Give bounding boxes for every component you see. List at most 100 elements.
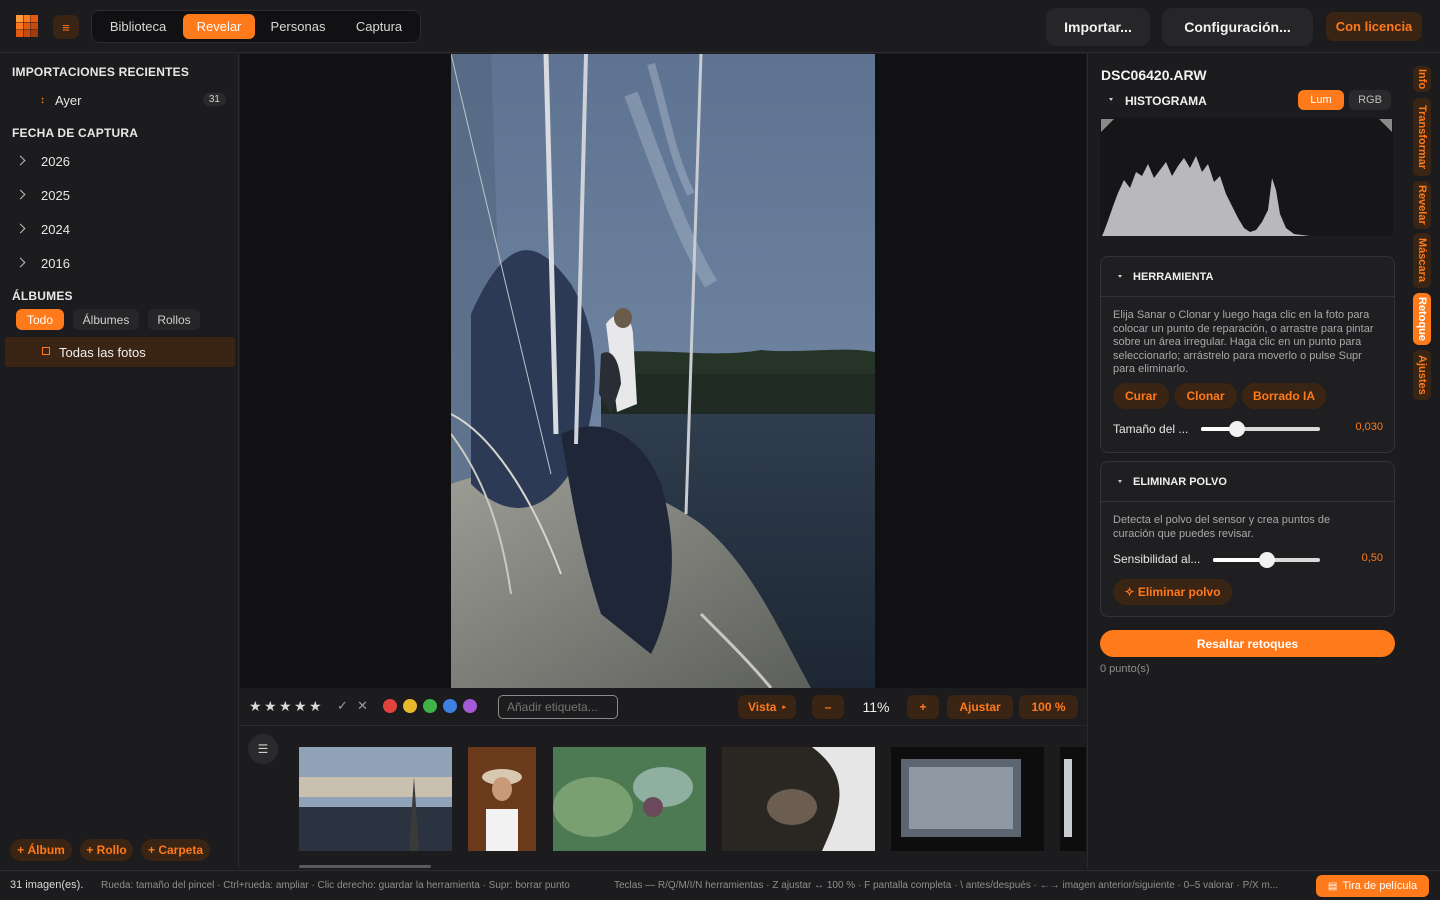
add-album-button[interactable]: + Álbum (10, 839, 72, 861)
count-badge: 31 (202, 93, 226, 106)
tab-personas[interactable]: Personas (258, 14, 338, 39)
tool-help-text: Elija Sanar o Clonar y luego haga clic e… (1113, 309, 1374, 375)
slider-knob[interactable] (1228, 421, 1245, 437)
thumbnail[interactable] (1060, 747, 1086, 851)
ai-erase-button[interactable]: Borrado IA (1242, 383, 1326, 409)
chevron-right-icon (16, 189, 28, 201)
dust-help-text: Detecta el polvo del sensor y crea punto… (1113, 514, 1331, 540)
rating-star-4[interactable]: ★ (294, 698, 307, 715)
main-photo[interactable] (451, 54, 875, 688)
recent-import-item[interactable]: ↕ Ayer 31 (16, 86, 230, 114)
collapse-icon[interactable] (1109, 98, 1113, 101)
rating-star-3[interactable]: ★ (279, 698, 292, 715)
rating-star-2[interactable]: ★ (264, 698, 277, 715)
histogram-title: HISTOGRAMA (1125, 94, 1207, 108)
heal-button[interactable]: Curar (1113, 383, 1169, 409)
side-tab-retouch[interactable]: Retoque (1413, 293, 1431, 345)
side-tab-mask[interactable]: Máscara (1413, 233, 1431, 288)
side-tab-adjust[interactable]: Ajustes (1413, 350, 1431, 400)
rating-star-1[interactable]: ★ (249, 698, 262, 715)
module-tabs: Biblioteca Revelar Personas Captura (91, 10, 421, 43)
tab-revelar[interactable]: Revelar (183, 14, 255, 39)
add-folder-button[interactable]: + Carpeta (141, 839, 210, 861)
tab-captura[interactable]: Captura (341, 14, 417, 39)
status-bar: 31 imagen(es). Rueda: tamaño del pincel … (0, 870, 1440, 900)
pick-flag-icon[interactable]: ✓ (337, 698, 348, 714)
points-count: 0 punto(s) (1100, 663, 1150, 675)
album-icon (42, 347, 50, 355)
collapse-icon (1118, 480, 1122, 483)
all-photos-item[interactable]: Todas las fotos (5, 337, 235, 367)
year-item[interactable]: 2025 (16, 181, 230, 209)
license-button[interactable]: Con licencia (1326, 12, 1422, 41)
menu-button[interactable]: ≡ (53, 15, 79, 39)
highlight-retouches-button[interactable]: Resaltar retoques (1100, 630, 1395, 657)
photo-canvas[interactable] (240, 54, 1086, 688)
view-label: Vista (748, 700, 777, 714)
thumbnail[interactable] (299, 747, 452, 851)
filter-rolls[interactable]: Rollos (148, 309, 200, 330)
sensitivity-slider[interactable] (1213, 552, 1320, 568)
year-label: 2016 (41, 255, 70, 271)
collapse-icon (1118, 275, 1122, 278)
chevron-right-icon (16, 155, 28, 167)
dust-card-header[interactable]: ELIMINAR POLVO (1101, 462, 1394, 502)
color-label-blue[interactable] (443, 699, 457, 713)
side-tab-develop[interactable]: Revelar (1413, 181, 1431, 229)
hamburger-icon: ≡ (62, 19, 70, 35)
reject-flag-icon[interactable]: ✕ (357, 698, 368, 714)
caret-icon: ▸ (782, 704, 786, 711)
rating-star-5[interactable]: ★ (309, 698, 322, 715)
chevron-right-icon (16, 257, 28, 269)
zoom-level: 11% (862, 699, 890, 715)
sensitivity-label: Sensibilidad al... (1113, 552, 1201, 566)
color-label-yellow[interactable] (403, 699, 417, 713)
year-item[interactable]: 2016 (16, 249, 230, 277)
tag-input[interactable] (498, 695, 618, 719)
filmstrip-toggle-button[interactable]: ▤ Tira de película (1316, 875, 1429, 897)
zoom-out-button[interactable]: – (812, 695, 844, 719)
remove-dust-button[interactable]: ✧ Eliminar polvo (1113, 579, 1232, 605)
photo-controls-bar: ★ ★ ★ ★ ★ ✓ ✕ Vista ▸ – 11% + Ajustar 10… (240, 688, 1086, 726)
file-name: DSC06420.ARW (1101, 67, 1207, 83)
year-item[interactable]: 2026 (16, 147, 230, 175)
thumbnail[interactable] (891, 747, 1044, 851)
filter-all[interactable]: Todo (16, 309, 64, 330)
recent-import-label: Ayer (55, 92, 82, 108)
color-label-green[interactable] (423, 699, 437, 713)
brush-size-value: 0,030 (1355, 421, 1383, 433)
filmstrip-scrollbar[interactable] (299, 865, 431, 868)
zoom-in-button[interactable]: + (907, 695, 939, 719)
thumbnail[interactable] (468, 747, 536, 851)
filter-albums[interactable]: Álbumes (73, 309, 139, 330)
zoom-100-button[interactable]: 100 % (1019, 695, 1078, 719)
color-label-purple[interactable] (463, 699, 477, 713)
slider-knob[interactable] (1258, 552, 1275, 568)
all-photos-label: Todas las fotos (59, 345, 146, 360)
chevron-right-icon (16, 223, 28, 235)
fit-button[interactable]: Ajustar (947, 695, 1013, 719)
sort-button[interactable]: ☰ (248, 734, 278, 764)
year-item[interactable]: 2024 (16, 215, 230, 243)
dust-card: ELIMINAR POLVO Detecta el polvo del sens… (1100, 461, 1395, 617)
settings-button[interactable]: Configuración... (1162, 8, 1313, 46)
hist-lum-button[interactable]: Lum (1298, 90, 1344, 110)
year-label: 2025 (41, 187, 70, 203)
filmstrip: ☰ (240, 727, 1086, 869)
brush-size-slider[interactable] (1201, 421, 1320, 437)
clone-button[interactable]: Clonar (1174, 383, 1237, 409)
hist-rgb-button[interactable]: RGB (1349, 90, 1391, 110)
color-label-red[interactable] (383, 699, 397, 713)
image-count: 31 imagen(es). (10, 879, 84, 891)
side-tab-info[interactable]: Info (1413, 66, 1431, 92)
thumbnail[interactable] (553, 747, 706, 851)
import-button[interactable]: Importar... (1046, 8, 1150, 46)
recent-imports-title: IMPORTACIONES RECIENTES (12, 65, 190, 79)
side-tab-transform[interactable]: Transformar (1413, 98, 1431, 176)
right-panel: DSC06420.ARW HISTOGRAMA Lum RGB HERRAMIE… (1087, 54, 1406, 869)
tab-biblioteca[interactable]: Biblioteca (96, 14, 180, 39)
thumbnail[interactable] (722, 747, 875, 851)
view-menu-button[interactable]: Vista ▸ (738, 695, 796, 719)
tool-card-header[interactable]: HERRAMIENTA (1101, 257, 1394, 297)
add-roll-button[interactable]: + Rollo (80, 839, 133, 861)
